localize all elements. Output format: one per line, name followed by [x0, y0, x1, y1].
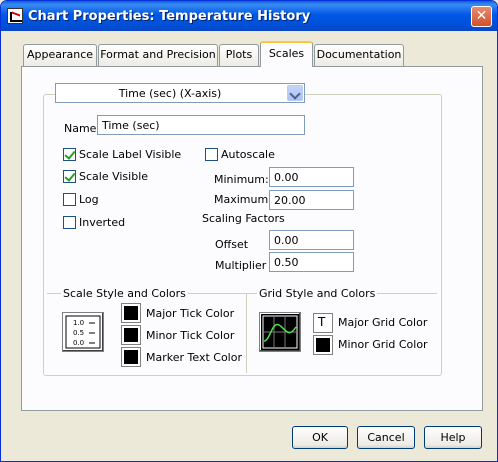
minor-tick-color-label: Minor Tick Color	[146, 329, 235, 342]
minimum-input[interactable]: 0.00	[269, 167, 354, 187]
scale-style-icon: 1.0 0.5 0.0	[65, 315, 101, 349]
grid-style-icon	[262, 315, 298, 349]
grid-style-title: Grid Style and Colors	[257, 287, 378, 300]
scale-tick-label: 1.0	[73, 319, 84, 327]
scale-tick-label: 0.5	[73, 329, 84, 337]
autoscale-checkbox[interactable]	[205, 148, 218, 161]
multiplier-label: Multiplier	[215, 259, 267, 272]
major-tick-color-swatch[interactable]	[121, 303, 141, 323]
offset-input[interactable]: 0.00	[269, 230, 354, 250]
minimum-label: Minimum:	[214, 173, 269, 186]
tab-scales[interactable]: Scales	[260, 41, 313, 67]
scale-style-button[interactable]: 1.0 0.5 0.0	[62, 312, 104, 352]
offset-label: Offset	[215, 238, 249, 251]
title-bar[interactable]: Chart Properties: Temperature History ✕	[1, 1, 497, 31]
window-title: Chart Properties: Temperature History	[28, 9, 311, 24]
log-checkbox[interactable]	[63, 193, 76, 206]
close-button[interactable]: ✕	[471, 6, 492, 27]
chevron-down-icon[interactable]	[287, 85, 303, 101]
marker-text-color-swatch[interactable]	[121, 347, 141, 367]
grid-style-button[interactable]	[259, 312, 301, 352]
name-input[interactable]: Time (sec)	[97, 115, 305, 135]
scale-label-visible-label: Scale Label Visible	[79, 148, 182, 161]
scale-label-visible-checkbox[interactable]	[63, 148, 76, 161]
name-label: Name	[64, 122, 97, 135]
cancel-button[interactable]: Cancel	[357, 426, 415, 449]
help-button[interactable]: Help	[424, 426, 482, 449]
axis-select[interactable]: Time (sec) (X-axis)	[55, 83, 305, 103]
maximum-label: Maximum:	[214, 193, 272, 206]
major-grid-color-label: Major Grid Color	[338, 316, 428, 329]
minor-tick-color-swatch[interactable]	[121, 325, 141, 345]
section-divider-vertical	[246, 293, 247, 373]
minor-grid-color-label: Minor Grid Color	[338, 338, 428, 351]
minor-grid-color-swatch[interactable]	[313, 335, 333, 355]
tab-documentation[interactable]: Documentation	[314, 44, 404, 66]
dialog-window: Chart Properties: Temperature History ✕ …	[0, 0, 498, 462]
major-tick-color-label: Major Tick Color	[146, 307, 235, 320]
inverted-label: Inverted	[79, 216, 126, 229]
marker-text-color-label: Marker Text Color	[146, 351, 242, 364]
scale-style-title: Scale Style and Colors	[61, 287, 188, 300]
major-grid-color-swatch[interactable]: T	[313, 313, 333, 333]
scaling-factors-label: Scaling Factors	[202, 212, 285, 225]
ok-button[interactable]: OK	[292, 426, 348, 449]
scale-tick-label: 0.0	[73, 339, 84, 347]
inverted-checkbox[interactable]	[63, 216, 76, 229]
chart-icon	[7, 8, 23, 24]
transparent-color-icon: T	[318, 315, 326, 329]
scale-visible-label: Scale Visible	[79, 170, 149, 183]
log-label: Log	[79, 193, 99, 206]
tab-format-and-precision[interactable]: Format and Precision	[98, 44, 218, 66]
maximum-input[interactable]: 20.00	[269, 190, 354, 210]
axis-select-value: Time (sec) (X-axis)	[118, 87, 222, 100]
autoscale-label: Autoscale	[221, 148, 275, 161]
tab-plots[interactable]: Plots	[219, 44, 259, 66]
scale-visible-checkbox[interactable]	[63, 170, 76, 183]
multiplier-input[interactable]: 0.50	[269, 252, 354, 272]
tab-appearance[interactable]: Appearance	[23, 44, 97, 66]
